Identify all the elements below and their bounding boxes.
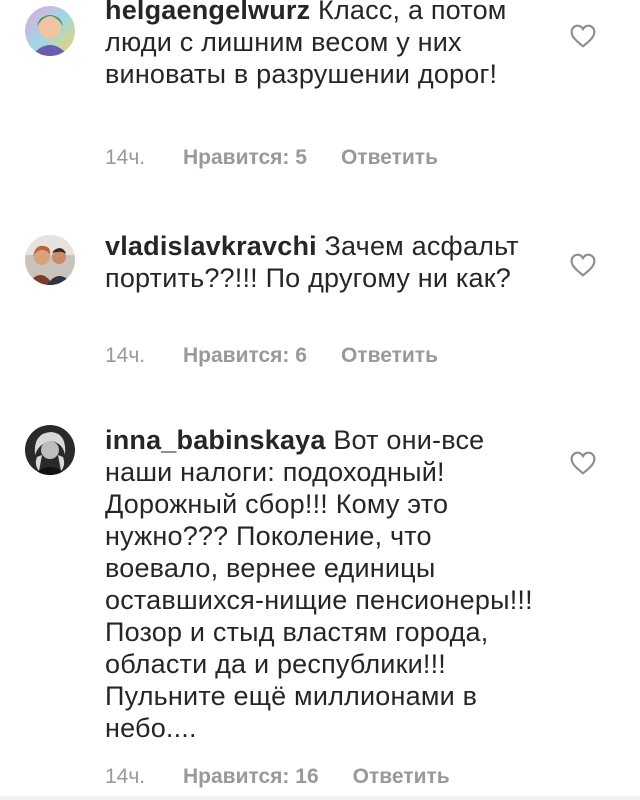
heart-icon[interactable] bbox=[570, 24, 596, 48]
heart-icon[interactable] bbox=[570, 451, 596, 475]
reply-button[interactable]: Ответить bbox=[341, 145, 438, 171]
likes-count[interactable]: Нравится: 6 bbox=[183, 343, 307, 369]
comment-time: 14ч. bbox=[105, 765, 146, 788]
comment-time: 14ч. bbox=[105, 146, 146, 169]
avatar-couple-photo-icon bbox=[25, 235, 75, 285]
comment-meta: 14ч. Нравится: 6 Ответить bbox=[105, 343, 438, 369]
comment-text: vladislavkravchi Зачем асфальт портить??… bbox=[105, 230, 545, 294]
avatar[interactable] bbox=[25, 235, 75, 285]
comment-time: 14ч. bbox=[105, 344, 146, 367]
comment-body: Вот они-все наши налоги: подоходный! Дор… bbox=[105, 425, 533, 743]
comment-username[interactable]: helgaengelwurz bbox=[105, 0, 310, 25]
avatar[interactable] bbox=[25, 6, 75, 56]
reply-button[interactable]: Ответить bbox=[353, 764, 450, 790]
likes-count[interactable]: Нравится: 16 bbox=[183, 764, 319, 790]
comment-meta: 14ч. Нравится: 5 Ответить bbox=[105, 145, 438, 171]
divider bbox=[0, 796, 640, 800]
reply-button[interactable]: Ответить bbox=[341, 343, 438, 369]
comment-username[interactable]: vladislavkravchi bbox=[105, 231, 317, 261]
comment-text: inna_babinskaya Вот они-все наши налоги:… bbox=[105, 424, 545, 744]
avatar-bw-portrait-icon bbox=[25, 425, 75, 475]
avatar-colorful-portrait-icon bbox=[25, 6, 75, 56]
comment-username[interactable]: inna_babinskaya bbox=[105, 425, 326, 455]
comment-meta: 14ч. Нравится: 16 Ответить bbox=[105, 764, 450, 790]
heart-icon[interactable] bbox=[570, 253, 596, 277]
comment-text: helgaengelwurz Класс, а потом люди с лиш… bbox=[105, 0, 545, 90]
avatar[interactable] bbox=[25, 425, 75, 475]
likes-count[interactable]: Нравится: 5 bbox=[183, 145, 307, 171]
